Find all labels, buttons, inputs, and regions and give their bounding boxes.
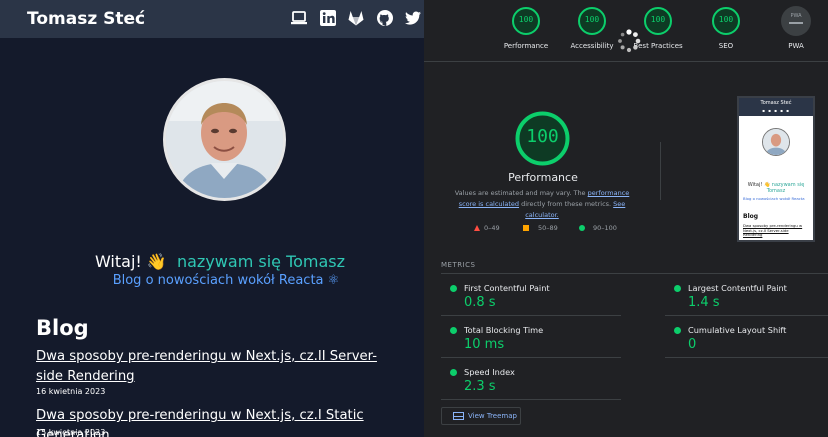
treemap-icon [453,412,464,420]
view-treemap-button[interactable]: View Treemap [441,407,521,425]
gauge-seo[interactable]: 100 [711,6,741,36]
metric-cumulative-layout-shift: Cumulative Layout Shift 0 [665,316,828,358]
average-square-icon [523,225,529,231]
score-summary-bar: 100 Performance 100 Accessibility 100 Be… [424,0,828,62]
metric-largest-contentful-paint: Largest Contentful Paint 1.4 s [665,274,828,316]
pass-circle-icon [450,327,457,334]
pass-circle-icon [579,225,585,231]
page-screenshot-preview[interactable]: Tomasz Steć ▪ ▪ ▪ ▪ ▪ Witaj! 👋 nazywam s… [737,96,815,242]
post-date: 15 kwietnia 2023 [36,428,106,437]
metric-speed-index: Speed Index 2.3 s [441,358,621,400]
pass-circle-icon [674,327,681,334]
post-date: 16 kwietnia 2023 [36,387,106,396]
blog-heading: Blog [36,316,89,340]
site-title-link[interactable]: Tomasz Steć [27,9,145,29]
pass-circle-icon [450,285,457,292]
site-header: Tomasz Steć [0,0,424,38]
pass-circle-icon [450,369,457,376]
pass-circle-icon [674,285,681,292]
metrics-title: METRICS [441,261,476,269]
metric-total-blocking-time: Total Blocking Time 10 ms [441,316,621,358]
performance-note: Values are estimated and may vary. The p… [454,189,630,219]
legend-average: 50–89 [538,224,558,232]
gitlab-icon[interactable] [347,9,365,27]
greeting-name: nazywam się Tomasz [176,252,346,271]
gauge-performance[interactable]: 100 [511,6,541,36]
greeting-hello: Witaj! 👋 [94,252,167,271]
metric-first-contentful-paint: First Contentful Paint 0.8 s [441,274,621,316]
laptop-icon[interactable] [290,9,308,27]
gauge-best-practices[interactable]: 100 [643,6,673,36]
github-icon[interactable] [376,9,394,27]
greeting: Witaj! 👋 nazywam się Tomasz [0,252,424,271]
preview-avatar [762,128,790,156]
gauge-accessibility[interactable]: 100 [577,6,607,36]
legend-pass: 90–100 [593,224,617,232]
blog-page: Tomasz Steć Witaj! 👋 nazywam się Tomasz … [0,0,424,437]
fail-triangle-icon [474,225,480,231]
blog-tagline: Blog o nowościach wokół Reacta ⚛ [112,273,340,288]
busy-cursor-icon [618,29,641,53]
twitter-icon[interactable] [404,9,422,27]
gauge-label: PWA [788,42,804,50]
author-avatar [163,78,286,201]
linkedin-icon[interactable] [319,9,337,27]
legend-fail: 0–49 [484,224,500,232]
post-link[interactable]: Dwa sposoby pre-renderingu w Next.js, cz… [36,347,386,387]
preview-icons: ▪ ▪ ▪ ▪ ▪ [762,108,790,113]
lighthouse-report: 100 Performance 100 Accessibility 100 Be… [424,0,828,437]
performance-gauge: 100 [514,110,571,167]
gauge-pwa[interactable]: PWA [781,6,811,36]
performance-label: Performance [508,171,578,184]
